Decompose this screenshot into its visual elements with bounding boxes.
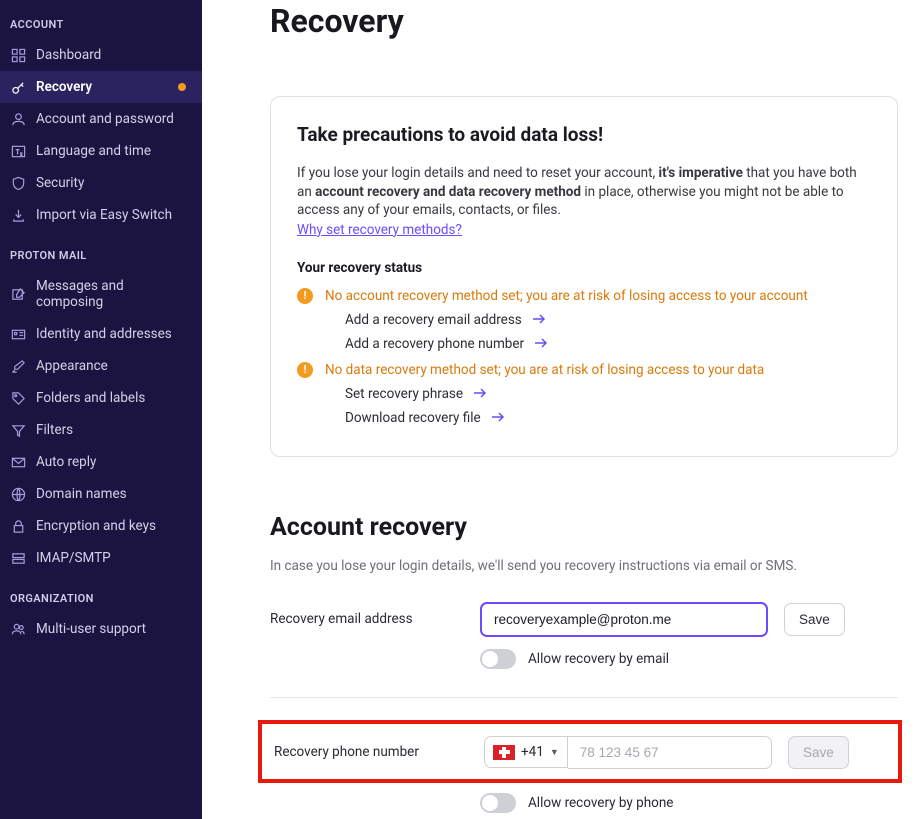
add-recovery-email-link[interactable]: Add a recovery email address — [297, 312, 871, 328]
recovery-status-title: Your recovery status — [297, 260, 871, 276]
sidebar-item-identity[interactable]: Identity and addresses — [0, 318, 202, 350]
sidebar-item-domains[interactable]: Domain names — [0, 478, 202, 510]
shield-icon — [10, 175, 26, 191]
sidebar-item-recovery[interactable]: Recovery — [0, 71, 202, 103]
precautions-card: Take precautions to avoid data loss! If … — [270, 96, 898, 457]
envelope-icon — [10, 454, 26, 470]
sidebar: ACCOUNT Dashboard Recovery Account and p… — [0, 0, 202, 819]
recovery-phone-label: Recovery phone number — [274, 744, 468, 760]
allow-phone-label: Allow recovery by phone — [528, 795, 673, 811]
sidebar-item-security[interactable]: Security — [0, 167, 202, 199]
status-row-account: ! No account recovery method set; you ar… — [297, 288, 871, 304]
country-code-text: +41 — [521, 744, 544, 760]
sidebar-section-account: ACCOUNT — [0, 14, 202, 39]
sidebar-section-org: ORGANIZATION — [0, 588, 202, 613]
allow-email-toggle[interactable] — [480, 649, 516, 669]
key-icon — [10, 79, 26, 95]
import-icon — [10, 207, 26, 223]
set-recovery-phrase-link[interactable]: Set recovery phrase — [297, 386, 871, 402]
globe-icon — [10, 486, 26, 502]
card-icon — [10, 326, 26, 342]
sidebar-item-imap[interactable]: IMAP/SMTP — [0, 542, 202, 574]
allow-email-label: Allow recovery by email — [528, 651, 669, 667]
sidebar-item-label: Import via Easy Switch — [36, 207, 172, 223]
lock-icon — [10, 518, 26, 534]
allow-phone-toggle[interactable] — [480, 793, 516, 813]
chevron-down-icon: ▼ — [550, 747, 559, 758]
sidebar-item-label: Auto reply — [36, 454, 96, 470]
sidebar-item-label: Encryption and keys — [36, 518, 156, 534]
flag-ch-icon — [493, 745, 515, 760]
recovery-email-row: Recovery email address Save — [270, 602, 898, 637]
sidebar-item-filters[interactable]: Filters — [0, 414, 202, 446]
sidebar-item-dashboard[interactable]: Dashboard — [0, 39, 202, 71]
recovery-phone-row: Recovery phone number +41 ▼ Save — [274, 736, 886, 769]
sidebar-item-label: Folders and labels — [36, 390, 145, 406]
account-recovery-title: Account recovery — [270, 513, 898, 542]
phone-input-group: +41 ▼ — [484, 736, 772, 769]
country-code-select[interactable]: +41 ▼ — [484, 736, 568, 768]
warning-text: No account recovery method set; you are … — [325, 288, 808, 304]
sidebar-item-autoreply[interactable]: Auto reply — [0, 446, 202, 478]
user-icon — [10, 111, 26, 127]
page-title: Recovery — [270, 2, 898, 40]
recovery-email-label: Recovery email address — [270, 611, 464, 627]
recovery-email-input[interactable] — [480, 602, 768, 637]
arrow-right-icon — [473, 386, 487, 402]
grid-icon — [10, 47, 26, 63]
sidebar-item-label: Account and password — [36, 111, 174, 127]
sidebar-item-messages[interactable]: Messages and composing — [0, 270, 202, 318]
allow-phone-toggle-row: Allow recovery by phone — [270, 793, 898, 813]
sidebar-item-label: Domain names — [36, 486, 127, 502]
sidebar-item-import[interactable]: Import via Easy Switch — [0, 199, 202, 231]
sidebar-item-appearance[interactable]: Appearance — [0, 350, 202, 382]
why-recovery-link[interactable]: Why set recovery methods? — [297, 222, 462, 238]
sidebar-item-label: Messages and composing — [36, 278, 192, 310]
server-icon — [10, 550, 26, 566]
allow-email-toggle-row: Allow recovery by email — [270, 649, 898, 669]
sidebar-section-mail: PROTON MAIL — [0, 245, 202, 270]
divider — [270, 697, 898, 698]
sidebar-item-label: IMAP/SMTP — [36, 550, 111, 566]
sidebar-item-language-time[interactable]: Language and time — [0, 135, 202, 167]
sidebar-item-label: Recovery — [36, 79, 92, 95]
sidebar-item-label: Dashboard — [36, 47, 101, 63]
save-phone-button[interactable]: Save — [788, 736, 849, 769]
sidebar-item-multiuser[interactable]: Multi-user support — [0, 613, 202, 645]
compose-icon — [10, 286, 26, 302]
warning-icon: ! — [297, 362, 313, 378]
language-icon — [10, 143, 26, 159]
card-title: Take precautions to avoid data loss! — [297, 123, 871, 146]
status-row-data: ! No data recovery method set; you are a… — [297, 362, 871, 378]
save-email-button[interactable]: Save — [784, 603, 845, 636]
sidebar-item-label: Multi-user support — [36, 621, 146, 637]
sidebar-item-account-password[interactable]: Account and password — [0, 103, 202, 135]
warning-icon: ! — [297, 288, 313, 304]
phone-highlight-box: Recovery phone number +41 ▼ Save — [258, 720, 902, 783]
arrow-right-icon — [491, 410, 505, 426]
recovery-phone-input[interactable] — [568, 736, 772, 769]
funnel-icon — [10, 422, 26, 438]
download-recovery-file-link[interactable]: Download recovery file — [297, 410, 871, 426]
sidebar-item-encryption[interactable]: Encryption and keys — [0, 510, 202, 542]
sidebar-item-folders[interactable]: Folders and labels — [0, 382, 202, 414]
sidebar-item-label: Security — [36, 175, 84, 191]
tag-icon — [10, 390, 26, 406]
add-recovery-phone-link[interactable]: Add a recovery phone number — [297, 336, 871, 352]
sidebar-item-label: Filters — [36, 422, 73, 438]
card-paragraph: If you lose your login details and need … — [297, 164, 871, 220]
arrow-right-icon — [534, 336, 548, 352]
sidebar-item-label: Language and time — [36, 143, 151, 159]
account-recovery-desc: In case you lose your login details, we'… — [270, 558, 898, 574]
sidebar-item-label: Appearance — [36, 358, 108, 374]
users-icon — [10, 621, 26, 637]
warning-dot-icon — [178, 83, 186, 91]
warning-text: No data recovery method set; you are at … — [325, 362, 764, 378]
sidebar-item-label: Identity and addresses — [36, 326, 172, 342]
arrow-right-icon — [532, 312, 546, 328]
brush-icon — [10, 358, 26, 374]
main-content: Recovery Take precautions to avoid data … — [202, 0, 916, 819]
